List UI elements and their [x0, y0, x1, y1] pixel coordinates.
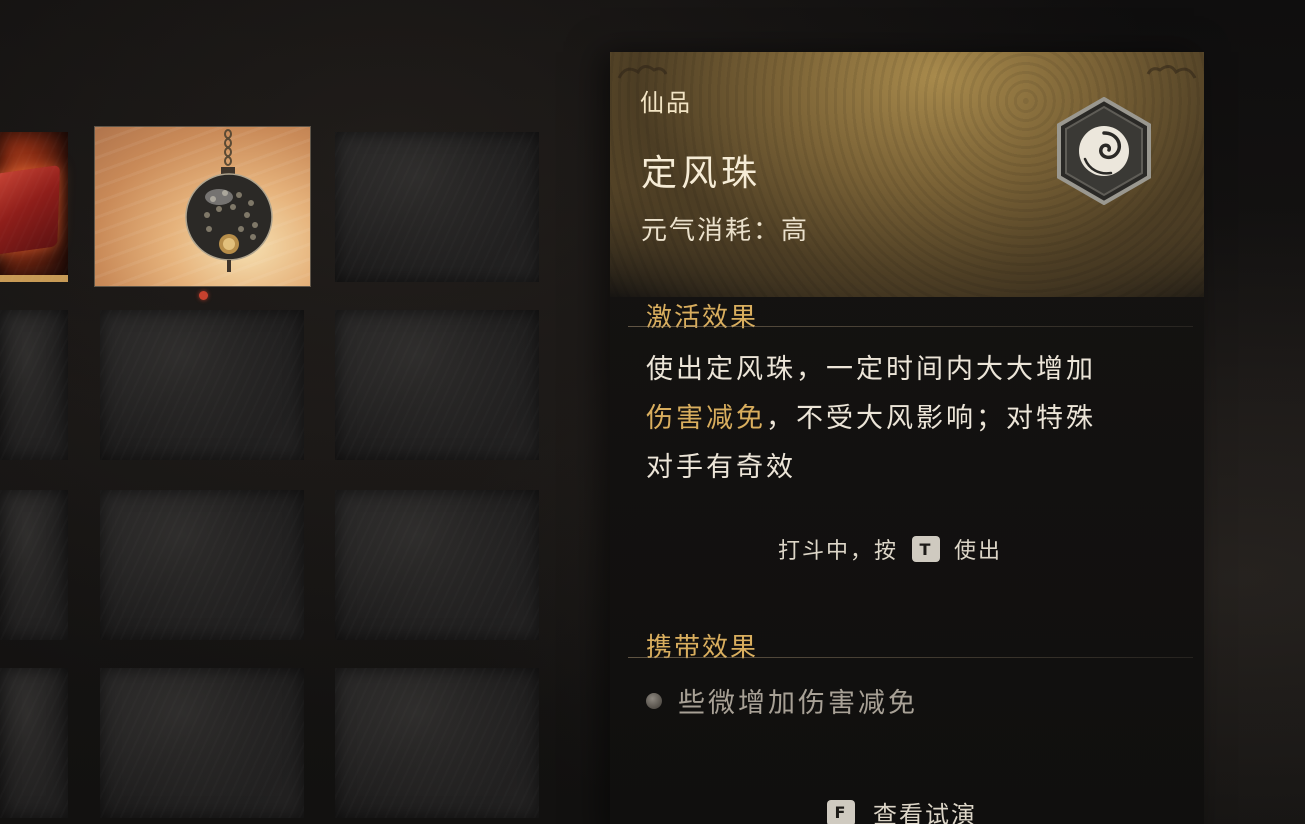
- section-divider: [628, 657, 1193, 658]
- section-divider: [628, 326, 1193, 327]
- activation-text-line-2: ，不受大风影响；对特殊: [766, 403, 1096, 434]
- wind-pearl-orb-icon: [185, 129, 273, 272]
- inventory-slot-fire-gem[interactable]: [0, 132, 68, 282]
- inventory-slot[interactable]: [0, 490, 68, 640]
- preview-action-button[interactable]: F 查看试演: [827, 795, 977, 824]
- use-hint-prefix: 打斗中，按: [778, 539, 899, 564]
- activation-text-line-3: 对手有奇效: [646, 452, 796, 483]
- activation-effect-description: 使出定风珠，一定时间内大大增加 伤害减免，不受大风影响；对特殊 对手有奇效: [646, 345, 1166, 492]
- item-cost: 元气消耗：高: [641, 216, 810, 246]
- game-screen: 仙品 定风珠 元气消耗：高 激活效果 使出定风珠，一定时间内大大增加 伤害减免，…: [0, 0, 1305, 824]
- cloud-ornament-right-icon: [1146, 65, 1197, 79]
- preview-action-label[interactable]: 查看试演: [873, 795, 977, 824]
- inventory-slot[interactable]: [100, 668, 304, 818]
- item-rarity: 仙品: [640, 89, 692, 117]
- inventory-slot[interactable]: [100, 490, 304, 640]
- inventory-slot[interactable]: [335, 668, 539, 818]
- activation-text-line-1: 使出定风珠，一定时间内大大增加: [646, 354, 1096, 385]
- carry-effect-item: 些微增加伤害减免: [646, 681, 918, 720]
- use-hint: 打斗中，按 T 使出: [778, 533, 1002, 565]
- use-hint-suffix: 使出: [954, 539, 1003, 564]
- carry-effect-text: 些微增加伤害减免: [678, 688, 918, 719]
- selected-marker-dot: [199, 291, 208, 300]
- inventory-slot[interactable]: [335, 490, 539, 640]
- swirl-orb-hexagon-icon: [1057, 97, 1151, 205]
- inventory-slot-selected[interactable]: [95, 127, 310, 286]
- use-key-t[interactable]: T: [912, 536, 941, 562]
- inventory-slot[interactable]: [335, 132, 539, 282]
- item-name: 定风珠: [641, 153, 762, 194]
- fire-gem-icon: [0, 164, 61, 258]
- activation-effect-title: 激活效果: [646, 303, 759, 333]
- activation-highlight-keyword: 伤害减免: [646, 403, 766, 434]
- preview-key-f[interactable]: F: [827, 799, 855, 824]
- inventory-slot[interactable]: [0, 668, 68, 818]
- inventory-slot[interactable]: [100, 310, 304, 460]
- inventory-slot[interactable]: [335, 310, 539, 460]
- bullet-dot-icon: [646, 692, 662, 709]
- slot-quality-bar: [0, 275, 68, 282]
- inventory-slot[interactable]: [0, 310, 68, 460]
- carry-effect-title: 携带效果: [646, 633, 759, 663]
